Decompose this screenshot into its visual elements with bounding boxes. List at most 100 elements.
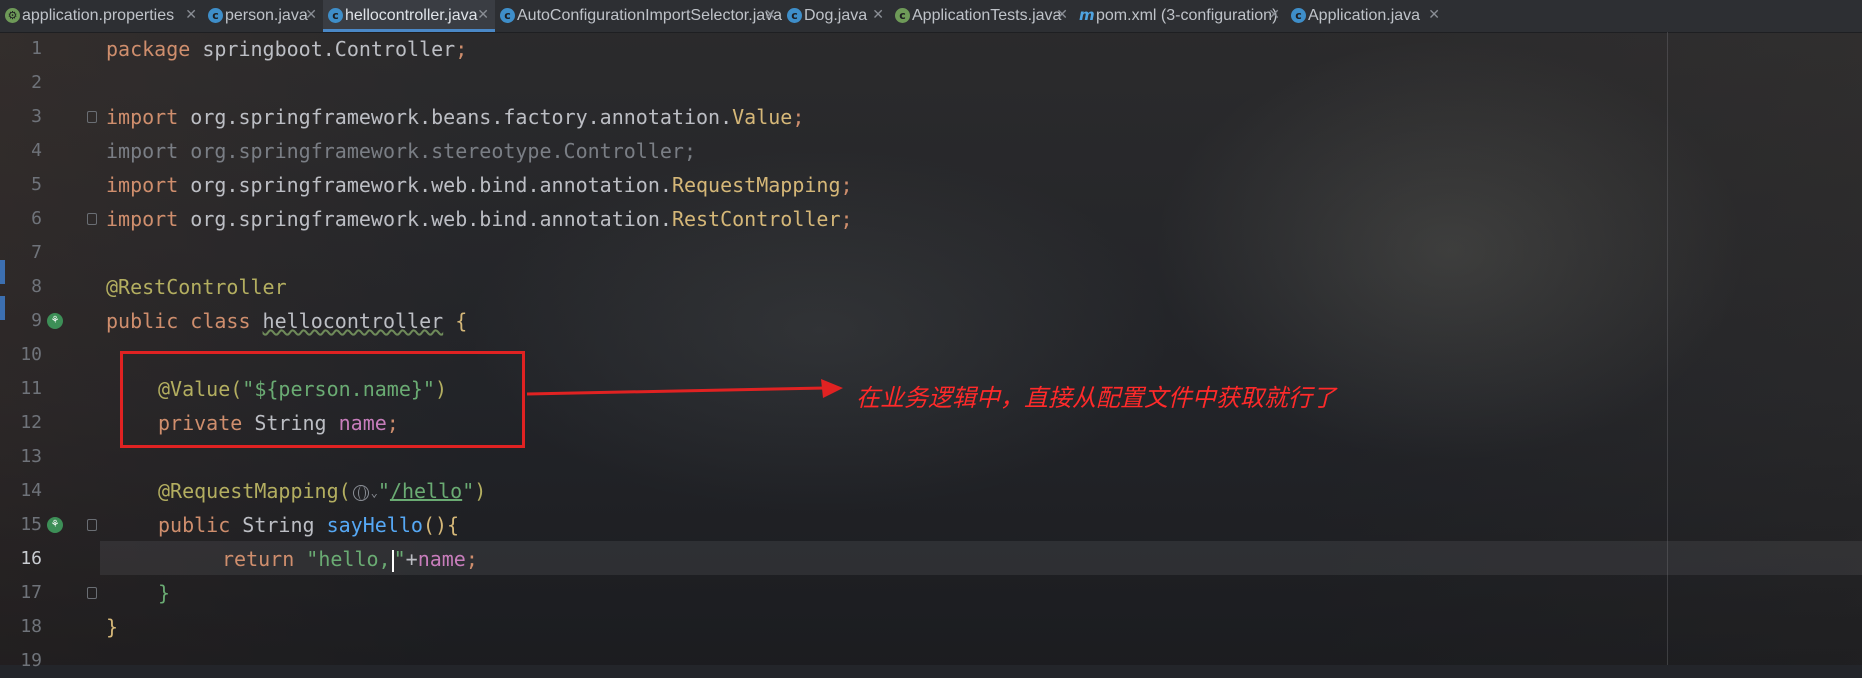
tab-autoconfigurationimportselector-java[interactable]: c AutoConfigurationImportSelector.java ✕ bbox=[495, 0, 782, 32]
spring-bean-gutter-icon[interactable]: ⚘ bbox=[47, 313, 63, 329]
line-number: 9 bbox=[31, 310, 42, 331]
annotation-arrow bbox=[526, 379, 843, 398]
package-name: springboot.Controller bbox=[190, 37, 456, 61]
keyword: import bbox=[106, 207, 179, 231]
fold-marker-icon[interactable] bbox=[87, 587, 97, 599]
tab-dog-java[interactable]: c Dog.java ✕ bbox=[782, 0, 890, 32]
line-number: 2 bbox=[31, 72, 42, 93]
import-package: org.springframework.web.bind.annotation. bbox=[178, 207, 672, 231]
line-number: 8 bbox=[31, 276, 42, 297]
code-line-4-unused-import: import org.springframework.stereotype.Co… bbox=[106, 139, 697, 163]
tab-label: Dog.java bbox=[804, 7, 868, 24]
tab-person-java[interactable]: c person.java ✕ bbox=[203, 0, 323, 32]
close-icon[interactable]: ✕ bbox=[1268, 7, 1280, 23]
line-number: 13 bbox=[20, 446, 42, 467]
chevron-down-icon[interactable]: ⌄ bbox=[371, 486, 378, 500]
semicolon: ; bbox=[455, 37, 468, 61]
highlight-box bbox=[120, 351, 525, 448]
code-line-5: import org.springframework.web.bind.anno… bbox=[106, 168, 853, 202]
annotation-note: 在业务逻辑中，直接从配置文件中获取就行了 bbox=[856, 384, 1336, 412]
fold-marker-icon[interactable] bbox=[87, 519, 97, 531]
tab-label: hellocontroller.java bbox=[345, 7, 478, 24]
tab-application-properties[interactable]: ⚙ application.properties ✕ bbox=[0, 0, 203, 32]
properties-file-icon: ⚙ bbox=[5, 8, 20, 23]
java-class-icon: c bbox=[500, 8, 515, 23]
semicolon: ; bbox=[840, 207, 853, 231]
java-class-icon: c bbox=[1291, 8, 1306, 23]
string-literal: "hello, bbox=[306, 547, 391, 571]
close-icon[interactable]: ✕ bbox=[872, 7, 884, 23]
line-number: 18 bbox=[20, 616, 42, 637]
keyword: import bbox=[106, 105, 179, 129]
keyword: package bbox=[106, 37, 191, 61]
line-number: 7 bbox=[31, 242, 42, 263]
line-number-gutter[interactable]: 1 2 3 4 5 6 7 8 9 10 11 12 13 14 15 16 1… bbox=[0, 32, 100, 671]
annotation: @RequestMapping( bbox=[158, 479, 351, 503]
semicolon: ; bbox=[840, 173, 853, 197]
close-icon[interactable]: ✕ bbox=[1056, 7, 1068, 23]
paren: ) bbox=[474, 479, 487, 503]
code-line-16: return "hello, "+name; bbox=[222, 542, 478, 576]
code-line-14: @RequestMapping(⌄"/hello") bbox=[158, 474, 486, 508]
tab-hellocontroller-java[interactable]: c hellocontroller.java ✕ bbox=[323, 0, 495, 32]
line-number: 6 bbox=[31, 208, 42, 229]
code-line-9: public class hellocontroller { bbox=[106, 304, 467, 338]
tab-pom-xml[interactable]: m pom.xml (3-configuration) ✕ bbox=[1074, 0, 1286, 32]
code-line-18: } bbox=[106, 615, 119, 639]
editor-tab-bar: ⚙ application.properties ✕ c person.java… bbox=[0, 0, 1862, 33]
code-line-17: } bbox=[158, 581, 171, 605]
tab-applicationtests-java[interactable]: c ApplicationTests.java ✕ bbox=[890, 0, 1074, 32]
right-margin-guide bbox=[1667, 32, 1668, 665]
semicolon: ; bbox=[465, 547, 478, 571]
keyword: public bbox=[158, 513, 243, 537]
semicolon: ; bbox=[792, 105, 805, 129]
paren: () bbox=[422, 513, 448, 537]
globe-icon[interactable] bbox=[352, 484, 369, 501]
tab-label: AutoConfigurationImportSelector.java bbox=[517, 7, 783, 24]
code-line-6: import org.springframework.web.bind.anno… bbox=[106, 202, 853, 236]
import-class: Value bbox=[732, 105, 793, 129]
type-name: String bbox=[242, 513, 327, 537]
tab-label: pom.xml (3-configuration) bbox=[1096, 7, 1278, 24]
line-number: 1 bbox=[31, 38, 42, 59]
string-quote: " bbox=[377, 479, 390, 503]
java-test-class-icon: c bbox=[895, 8, 910, 23]
line-number: 12 bbox=[20, 412, 42, 433]
close-icon[interactable]: ✕ bbox=[764, 7, 776, 23]
line-number: 5 bbox=[31, 174, 42, 195]
close-icon[interactable]: ✕ bbox=[477, 7, 489, 23]
close-icon[interactable]: ✕ bbox=[185, 7, 197, 23]
line-number: 4 bbox=[31, 140, 42, 161]
line-number: 16 bbox=[20, 548, 42, 569]
java-class-icon: c bbox=[787, 8, 802, 23]
spring-endpoint-gutter-icon[interactable]: ⚘ bbox=[47, 517, 63, 533]
line-number: 10 bbox=[20, 344, 42, 365]
brace: { bbox=[443, 309, 468, 333]
url-path[interactable]: /hello bbox=[390, 479, 462, 503]
java-class-icon: c bbox=[208, 8, 223, 23]
close-icon[interactable]: ✕ bbox=[305, 7, 317, 23]
fold-marker-icon[interactable] bbox=[87, 111, 97, 123]
tab-label: ApplicationTests.java bbox=[912, 7, 1062, 24]
code-line-15: public String sayHello(){ bbox=[158, 508, 459, 542]
class-name: hellocontroller bbox=[262, 309, 444, 333]
method-name: sayHello bbox=[326, 513, 423, 537]
close-icon[interactable]: ✕ bbox=[1428, 7, 1440, 23]
import-package: org.springframework.beans.factory.annota… bbox=[178, 105, 733, 129]
string-quote: " bbox=[462, 479, 475, 503]
tab-application-java[interactable]: c Application.java ✕ bbox=[1286, 0, 1446, 32]
line-number: 19 bbox=[20, 650, 42, 671]
code-line-8: @RestController bbox=[106, 275, 287, 299]
tab-label: person.java bbox=[225, 7, 308, 24]
fold-marker-icon[interactable] bbox=[87, 213, 97, 225]
maven-icon: m bbox=[1079, 6, 1095, 24]
line-number: 15 bbox=[20, 514, 42, 535]
line-number: 17 bbox=[20, 582, 42, 603]
import-class: RequestMapping bbox=[671, 173, 841, 197]
keyword: import bbox=[106, 173, 179, 197]
code-line-3: import org.springframework.beans.factory… bbox=[106, 100, 804, 134]
tab-label: Application.java bbox=[1308, 7, 1421, 24]
line-number: 14 bbox=[20, 480, 42, 501]
java-class-icon: c bbox=[328, 8, 343, 23]
code-line-1: package springboot.Controller; bbox=[106, 32, 467, 66]
